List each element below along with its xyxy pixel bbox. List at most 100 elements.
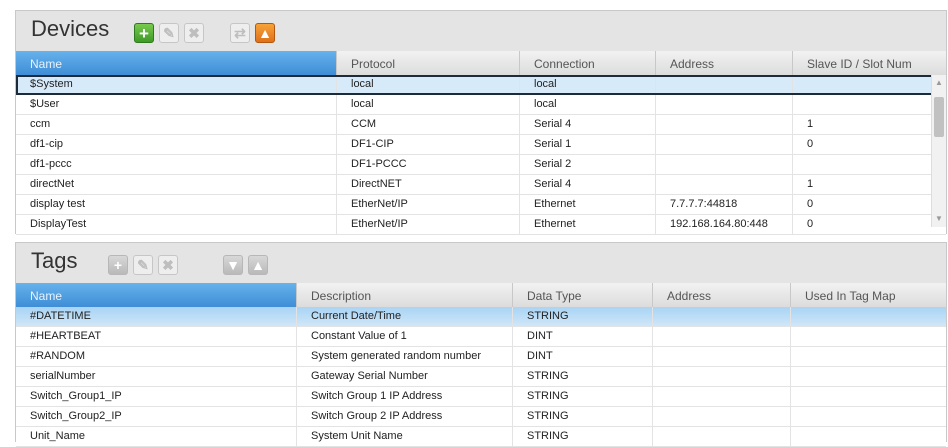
table-cell: DF1-PCCC (336, 155, 519, 174)
link-device-button[interactable]: ⇄ (230, 23, 250, 43)
table-cell (790, 387, 946, 406)
table-cell: #HEARTBEAT (30, 330, 102, 342)
tags-title: Tags (31, 248, 78, 273)
delete-device-button[interactable]: ✖ (184, 23, 204, 43)
table-cell: Serial 4 (519, 115, 655, 134)
add-device-button[interactable]: + (134, 23, 154, 43)
tags-toolbar: Tags + ✎ ✖ ▼ ▲ (16, 243, 946, 283)
table-cell: Unit_Name (30, 430, 86, 442)
column-header-name[interactable]: Name (16, 283, 296, 307)
device-row[interactable]: DisplayTest EtherNet/IP Ethernet 192.168.16… (16, 215, 946, 235)
column-header-slave-id[interactable]: Slave ID / Slot Num (792, 51, 946, 75)
scrollbar-thumb[interactable] (934, 97, 944, 137)
table-cell: #RANDOM (30, 350, 86, 362)
devices-scrollbar[interactable]: ▲ ▼ (931, 75, 946, 227)
tag-row[interactable]: Unit_Name System Unit Name STRING (16, 427, 946, 447)
table-cell: display test (30, 198, 86, 210)
table-cell (790, 427, 946, 446)
table-cell: System generated random number (296, 347, 512, 366)
table-cell (655, 155, 792, 174)
tags-table: Name Description Data Type Address Used … (16, 283, 946, 447)
tags-table-header: Name Description Data Type Address Used … (16, 283, 946, 307)
table-cell (652, 387, 790, 406)
table-cell: #DATETIME (30, 310, 91, 322)
devices-title: Devices (31, 16, 110, 41)
table-cell: ccm (30, 118, 51, 130)
table-cell (652, 427, 790, 446)
table-cell: df1-cip (30, 138, 64, 150)
table-cell (652, 327, 790, 346)
devices-table-header: Name Protocol Connection Address Slave I… (16, 51, 946, 75)
device-row[interactable]: directNet DirectNET Serial 4 1 (16, 175, 946, 195)
table-cell: Current Date/Time (296, 307, 512, 326)
table-cell: System Unit Name (296, 427, 512, 446)
scroll-up-icon[interactable]: ▲ (932, 77, 946, 89)
table-cell: 0 (792, 195, 932, 214)
device-row[interactable]: ccm CCM Serial 4 1 (16, 115, 946, 135)
tag-row[interactable]: #DATETIME Current Date/Time STRING (16, 307, 946, 327)
x-icon: ✖ (162, 257, 174, 273)
device-row[interactable]: df1-cip DF1-CIP Serial 1 0 (16, 135, 946, 155)
device-row[interactable]: display test EtherNet/IP Ethernet 7.7.7.7:4… (16, 195, 946, 215)
table-cell (652, 407, 790, 426)
table-cell: local (519, 95, 655, 114)
table-cell: $User (30, 98, 60, 110)
column-header-connection[interactable]: Connection (519, 51, 655, 75)
table-cell (655, 75, 792, 94)
table-cell: DF1-CIP (336, 135, 519, 154)
table-cell: directNet (30, 178, 75, 190)
table-cell (790, 367, 946, 386)
tag-row[interactable]: #HEARTBEAT Constant Value of 1 DINT (16, 327, 946, 347)
tag-row[interactable]: Switch_Group2_IP Switch Group 2 IP Addres… (16, 407, 946, 427)
column-header-data-type[interactable]: Data Type (512, 283, 652, 307)
edit-device-button[interactable]: ✎ (159, 23, 179, 43)
table-cell: Switch_Group2_IP (30, 410, 122, 422)
device-row[interactable]: $System local local (16, 75, 946, 95)
move-up-tag-button[interactable]: ▲ (248, 255, 268, 275)
device-row[interactable]: $User local local (16, 95, 946, 115)
table-cell (655, 175, 792, 194)
table-cell: EtherNet/IP (336, 195, 519, 214)
add-tag-button[interactable]: + (108, 255, 128, 275)
devices-table: Name Protocol Connection Address Slave I… (16, 51, 946, 235)
table-cell: STRING (512, 407, 652, 426)
table-cell: EtherNet/IP (336, 215, 519, 234)
column-header-protocol[interactable]: Protocol (336, 51, 519, 75)
column-header-description[interactable]: Description (296, 283, 512, 307)
table-cell (792, 95, 932, 114)
tag-row[interactable]: Switch_Group1_IP Switch Group 1 IP Addres… (16, 387, 946, 407)
scroll-down-icon[interactable]: ▼ (932, 213, 946, 225)
table-cell (655, 135, 792, 154)
pencil-icon: ✎ (137, 257, 149, 273)
table-cell (655, 115, 792, 134)
table-cell: local (336, 95, 519, 114)
delete-tag-button[interactable]: ✖ (158, 255, 178, 275)
table-cell: STRING (512, 367, 652, 386)
tag-row[interactable]: #RANDOM System generated random number DIN… (16, 347, 946, 367)
table-cell: DisplayTest (30, 218, 87, 230)
tags-table-body: #DATETIME Current Date/Time STRING #HEARTBE… (16, 307, 946, 447)
table-cell: 0 (792, 215, 932, 234)
table-cell: Ethernet (519, 195, 655, 214)
table-cell: 192.168.164.80:448 (655, 215, 792, 234)
table-cell: Ethernet (519, 215, 655, 234)
tag-row[interactable]: serialNumber Gateway Serial Number STRING (16, 367, 946, 387)
arrow-down-icon: ▼ (226, 257, 240, 273)
table-cell (652, 347, 790, 366)
move-down-tag-button[interactable]: ▼ (223, 255, 243, 275)
table-cell: Serial 1 (519, 135, 655, 154)
move-up-device-button[interactable]: ▲ (255, 23, 275, 43)
table-cell (655, 95, 792, 114)
column-header-address[interactable]: Address (655, 51, 792, 75)
table-cell: Serial 4 (519, 175, 655, 194)
plus-icon: + (139, 23, 149, 43)
column-header-used-in-tag-map[interactable]: Used In Tag Map (790, 283, 946, 307)
device-row[interactable]: df1-pccc DF1-PCCC Serial 2 (16, 155, 946, 175)
table-cell (790, 307, 946, 326)
table-cell: STRING (512, 427, 652, 446)
table-cell: 7.7.7.7:44818 (655, 195, 792, 214)
column-header-name[interactable]: Name (16, 51, 336, 75)
table-cell: local (336, 75, 519, 94)
edit-tag-button[interactable]: ✎ (133, 255, 153, 275)
column-header-address[interactable]: Address (652, 283, 790, 307)
